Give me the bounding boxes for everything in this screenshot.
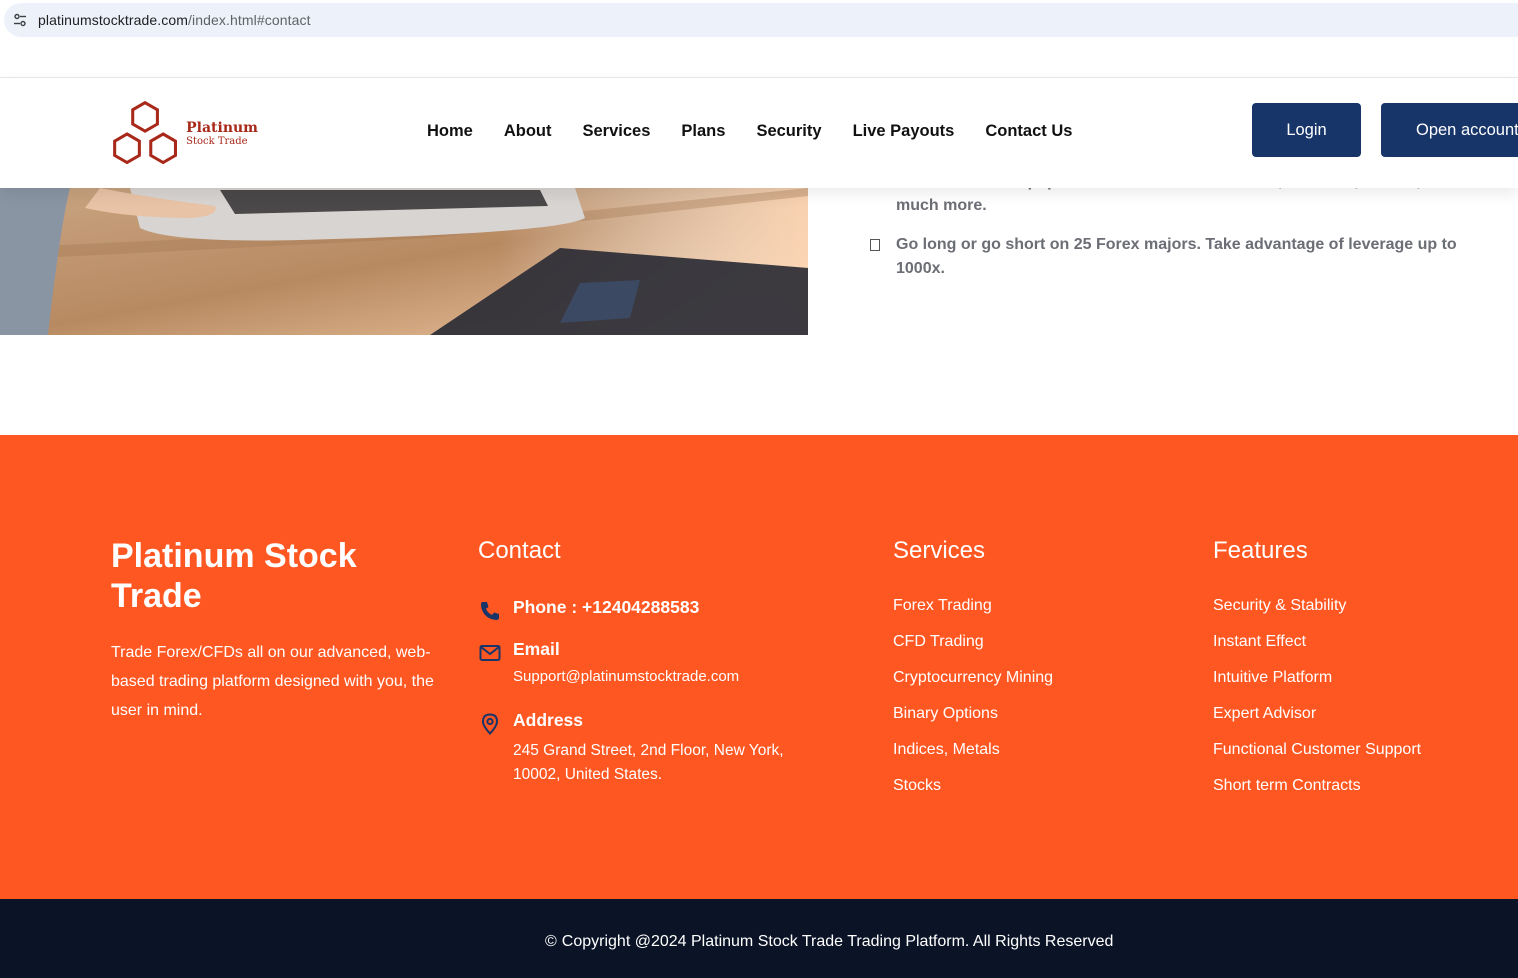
address-text: 245 Grand Street, 2nd Floor, New York, 1…	[513, 742, 784, 783]
services-link[interactable]: Binary Options	[893, 705, 1053, 741]
features-link[interactable]: Short term Contracts	[1213, 777, 1421, 813]
features-list: Security & Stability Instant Effect Intu…	[1213, 597, 1421, 813]
services-link[interactable]: Stocks	[893, 777, 1053, 813]
contact-phone: Phone : +12404288583	[478, 597, 699, 623]
services-link[interactable]: Cryptocurrency Mining	[893, 669, 1053, 705]
url-text[interactable]: platinumstocktrade.com/index.html#contac…	[38, 12, 311, 28]
footer-brand-title: Platinum Stock Trade	[111, 537, 357, 615]
nav-home[interactable]: Home	[427, 122, 473, 141]
footer-brand-description: Trade Forex/CFDs all on our advanced, we…	[111, 644, 434, 719]
nav-services[interactable]: Services	[583, 122, 651, 141]
copyright-bar: © Copyright @2024 Platinum Stock Trade T…	[0, 899, 1518, 978]
contact-heading: Contact	[478, 537, 561, 564]
url-path: /index.html#contact	[188, 12, 311, 28]
nav-plans[interactable]: Plans	[681, 122, 725, 141]
site-settings-icon[interactable]	[12, 12, 28, 28]
nav-contact-us[interactable]: Contact Us	[985, 122, 1072, 141]
phone-icon	[481, 602, 499, 620]
copyright-text: Copyright @2024 Platinum Stock Trade Tra…	[561, 933, 1114, 950]
features-link[interactable]: Intuitive Platform	[1213, 669, 1421, 705]
nav-about[interactable]: About	[504, 122, 552, 141]
site-logo[interactable]: Platinum Stock Trade	[108, 98, 258, 170]
logo-subtitle: Stock Trade	[186, 136, 248, 147]
features-link[interactable]: Expert Advisor	[1213, 705, 1421, 741]
address-bar[interactable]: platinumstocktrade.com/index.html#contac…	[4, 3, 1518, 37]
email-label: Email	[513, 639, 560, 659]
location-pin-icon	[481, 713, 499, 735]
browser-address-area: platinumstocktrade.com/index.html#contac…	[0, 0, 1518, 40]
bullet-icon	[870, 239, 880, 251]
login-button[interactable]: Login	[1252, 103, 1361, 157]
laptop-desk-image	[0, 188, 808, 335]
nav-security[interactable]: Security	[756, 122, 821, 141]
contact-email: Email Support@platinumstocktrade.com	[478, 639, 739, 689]
services-link[interactable]: CFD Trading	[893, 633, 1053, 669]
main-nav: Home About Services Plans Security Live …	[427, 122, 1103, 141]
email-address[interactable]: Support@platinumstocktrade.com	[513, 665, 739, 689]
services-link[interactable]: Indices, Metals	[893, 741, 1053, 777]
features-link[interactable]: Security & Stability	[1213, 597, 1421, 633]
services-link[interactable]: Forex Trading	[893, 597, 1053, 633]
features-link[interactable]: Functional Customer Support	[1213, 741, 1421, 777]
copyright-icon: ©	[545, 933, 557, 950]
feature-list: Access the most popular indices such as …	[870, 170, 1470, 296]
logo-title: Platinum	[186, 120, 258, 136]
site-navbar: Platinum Stock Trade Home About Services…	[0, 77, 1518, 188]
address-label: Address	[513, 710, 584, 730]
open-account-button[interactable]: Open account	[1381, 103, 1518, 157]
feature-text: Go long or go short on 25 Forex majors. …	[896, 236, 1457, 277]
copyright-line: © Copyright @2024 Platinum Stock Trade T…	[545, 933, 1113, 951]
envelope-icon	[479, 645, 501, 661]
phone-number[interactable]: Phone : +12404288583	[513, 597, 699, 618]
features-link[interactable]: Instant Effect	[1213, 633, 1421, 669]
services-list: Forex Trading CFD Trading Cryptocurrency…	[893, 597, 1053, 813]
contact-address: Address 245 Grand Street, 2nd Floor, New…	[478, 710, 803, 787]
nav-live-payouts[interactable]: Live Payouts	[853, 122, 955, 141]
feature-item: Go long or go short on 25 Forex majors. …	[870, 233, 1470, 281]
site-footer: Platinum Stock Trade Trade Forex/CFDs al…	[0, 435, 1518, 899]
url-domain: platinumstocktrade.com	[38, 12, 189, 28]
hexagon-logo-icon	[113, 100, 177, 165]
services-heading: Services	[893, 537, 986, 564]
features-heading: Features	[1213, 537, 1308, 564]
